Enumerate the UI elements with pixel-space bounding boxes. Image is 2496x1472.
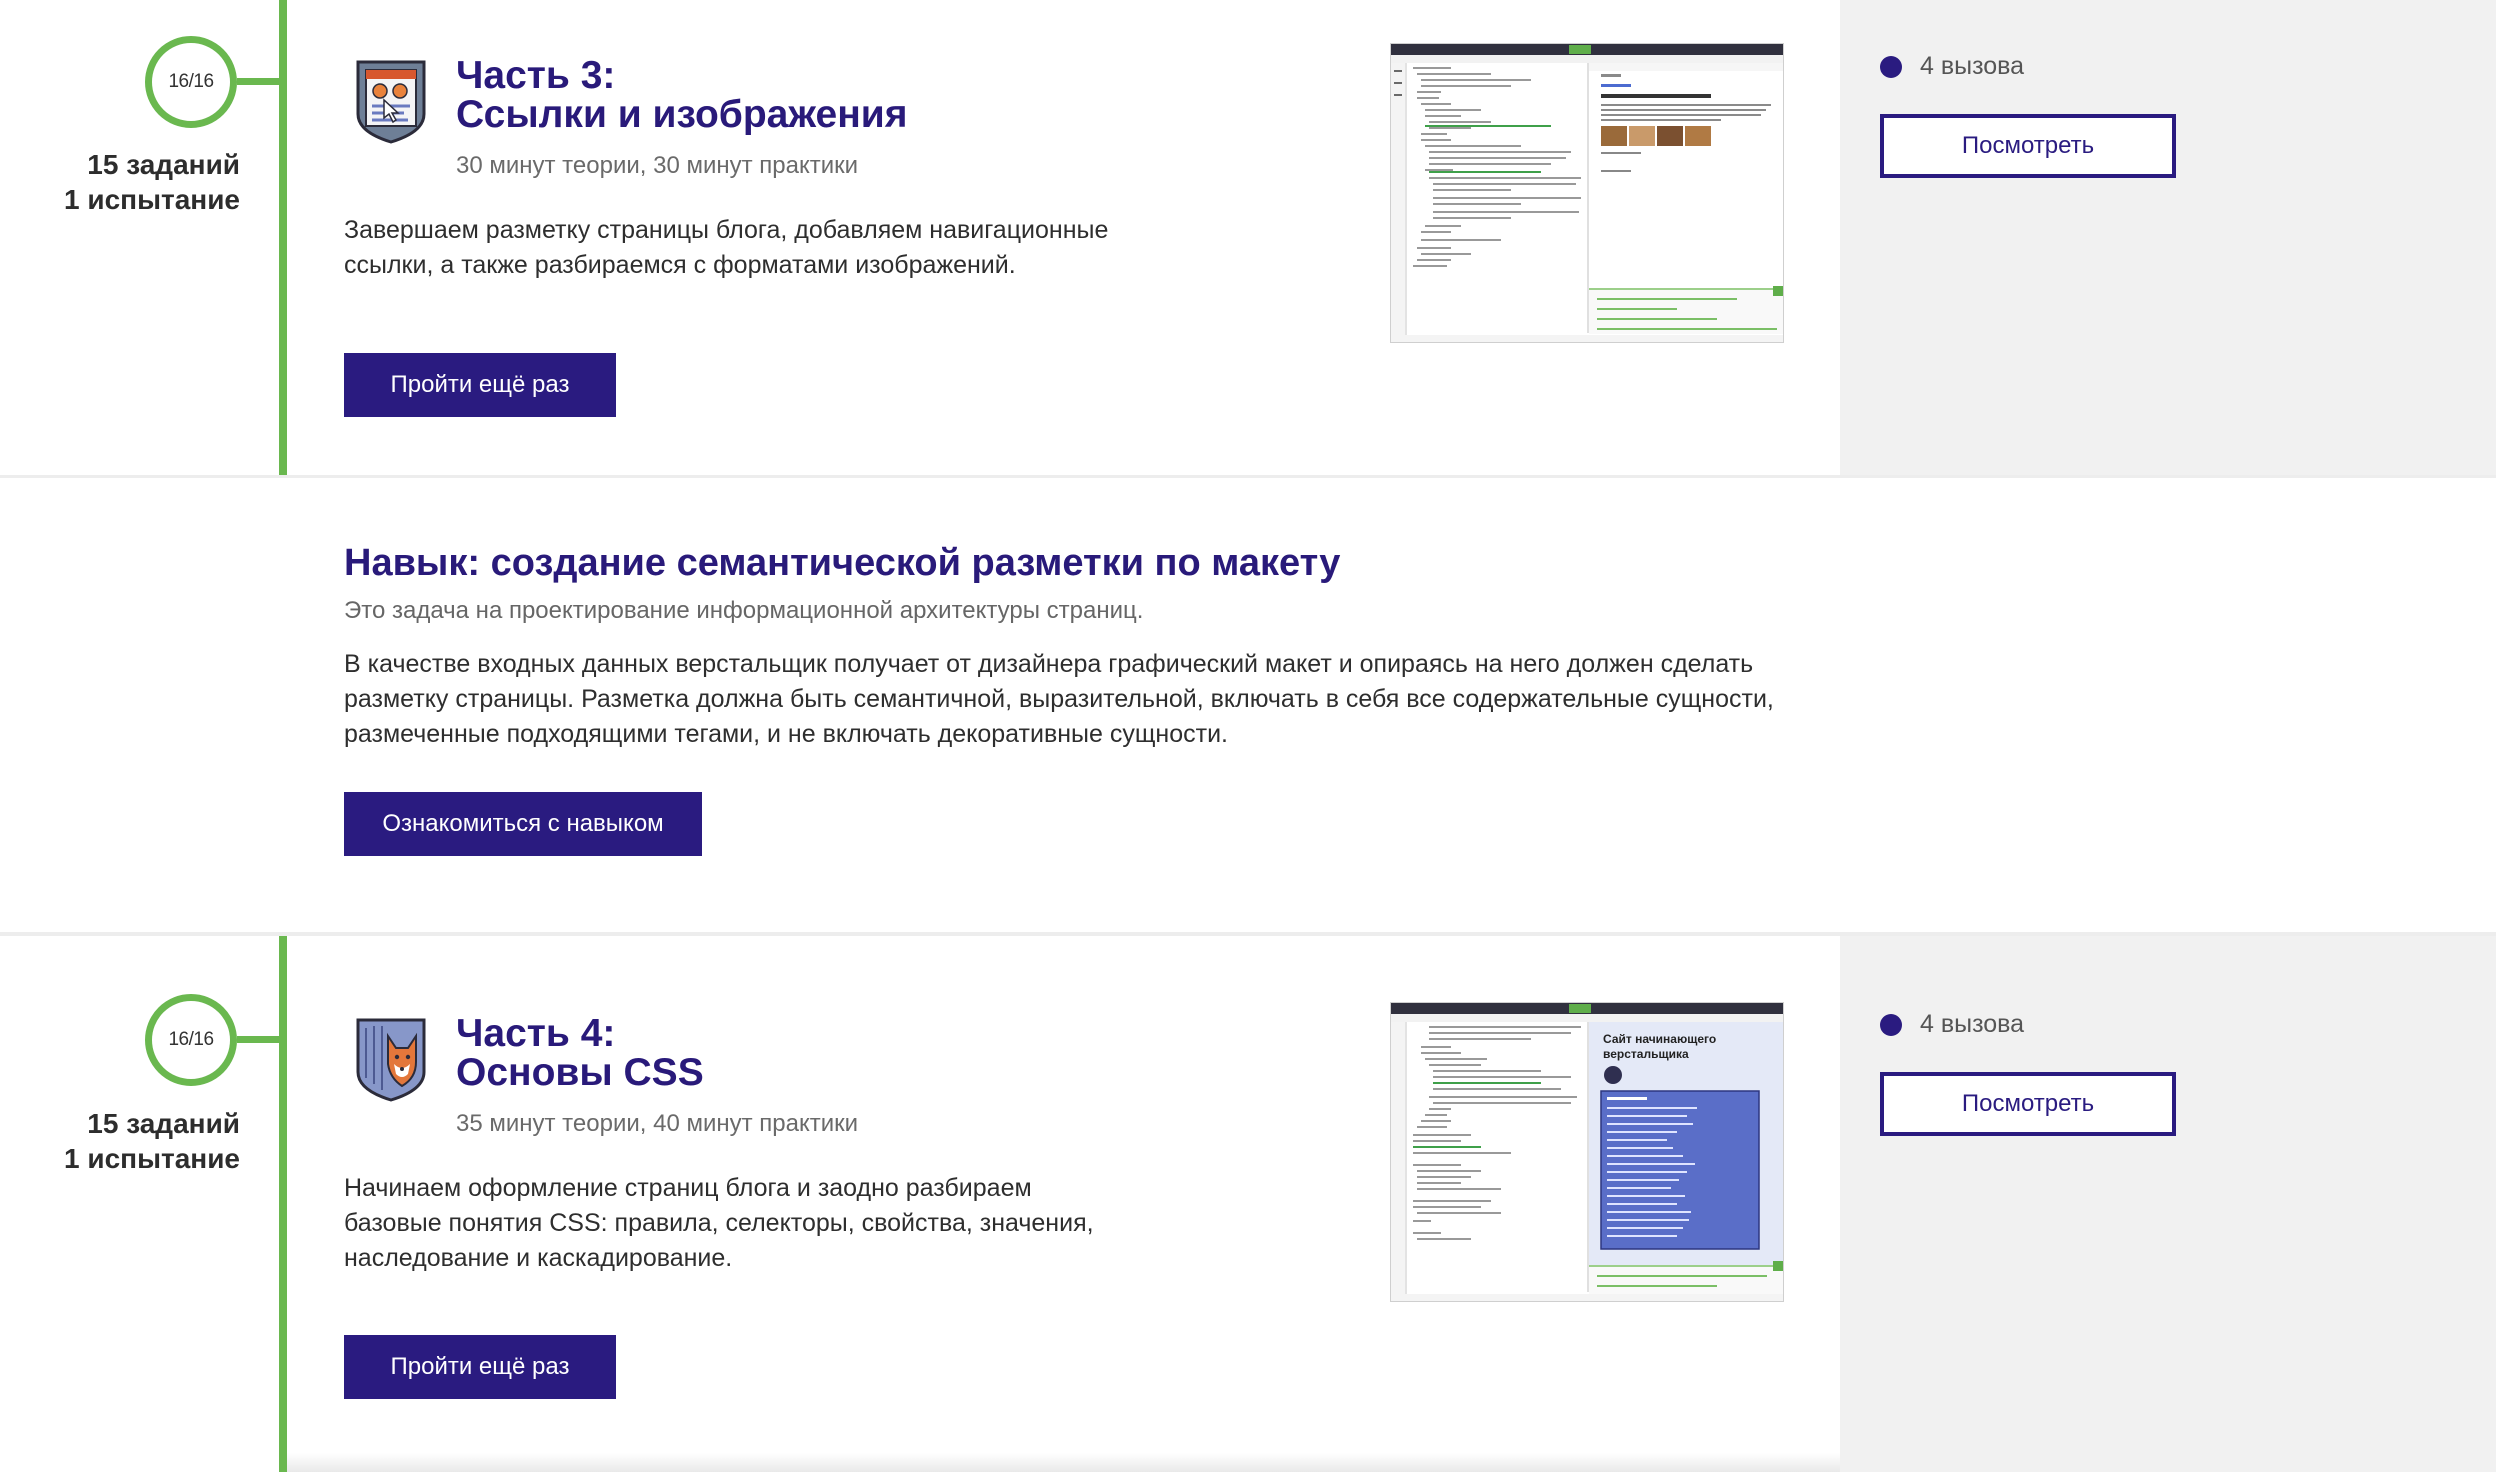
retry-button[interactable]: Пройти ещё раз — [344, 1335, 616, 1399]
part-title: Часть 4: Основы CSS — [456, 1014, 704, 1092]
description-line: размеченные подходящими тегами, и не вкл… — [344, 720, 1228, 748]
calls-count: 4 вызова — [1920, 52, 2025, 80]
description-line: разметку страницы. Разметка должна быть … — [344, 685, 1774, 713]
description-line: наследование и каскадирование. — [344, 1244, 733, 1272]
status-dot — [1880, 55, 1902, 78]
part-title: Часть 3: Ссылки и изображения — [456, 56, 908, 134]
calls-indicator: 4 вызова — [1880, 1010, 2024, 1039]
view-button[interactable]: Посмотреть — [1880, 1072, 2176, 1136]
progress-count: 16/16 — [168, 71, 214, 92]
progress-count: 16/16 — [168, 1029, 214, 1050]
part-number: Часть 4: — [456, 1012, 616, 1055]
skill-section: Навык: создание семантической разметки п… — [0, 477, 2496, 932]
progress-circle: 16/16 — [145, 994, 237, 1086]
skill-subtitle: Это задача на проектирование информацион… — [344, 597, 1144, 624]
progress-connector — [237, 1036, 281, 1043]
progress-line — [279, 936, 287, 1472]
description-line: Завершаем разметку страницы блога, добав… — [344, 216, 1109, 244]
part-stats: 15 заданий 1 испытание — [40, 1106, 240, 1176]
challenge-count: 1 испытание — [64, 1143, 240, 1174]
course-part-3: 16/16 15 заданий 1 испытание Часть 3: Сс… — [0, 0, 2496, 475]
view-button[interactable]: Посмотреть — [1880, 114, 2176, 178]
skill-title: Навык: создание семантической разметки п… — [344, 542, 1341, 584]
part-preview-image[interactable]: Сайт начинающего верстальщика — [1390, 1002, 1784, 1302]
description-line: В качестве входных данных верстальщик по… — [344, 650, 1754, 678]
preview-heading-line: Сайт начинающего — [1603, 1032, 1716, 1046]
description-line: Начинаем оформление страниц блога и заод… — [344, 1174, 1032, 1202]
part-description: Завершаем разметку страницы блога, добав… — [344, 213, 1108, 283]
calls-count: 4 вызова — [1920, 1010, 2025, 1038]
part-name: Ссылки и изображения — [456, 93, 908, 136]
challenge-count: 1 испытание — [64, 184, 240, 215]
skill-description: В качестве входных данных верстальщик по… — [344, 647, 1804, 752]
learn-skill-button[interactable]: Ознакомиться с навыком — [344, 792, 702, 856]
description-line: ссылки, а также разбираемся с форматами … — [344, 251, 1016, 279]
part-duration: 35 минут теории, 40 минут практики — [456, 1110, 859, 1137]
editor-preview-graphic — [1391, 44, 1783, 342]
part-duration: 30 минут теории, 30 минут практики — [456, 152, 859, 179]
editor-preview-graphic: Сайт начинающего верстальщика — [1391, 1003, 1783, 1301]
part-stats: 15 заданий 1 испытание — [40, 147, 240, 217]
progress-connector — [237, 78, 281, 85]
course-part-4: 16/16 15 заданий 1 испытание Часть 4: Ос… — [0, 936, 2496, 1472]
progress-line — [279, 0, 287, 475]
tasks-count: 15 заданий — [87, 1108, 240, 1139]
description-line: базовые понятия CSS: правила, селекторы,… — [344, 1209, 1094, 1237]
tasks-count: 15 заданий — [87, 149, 240, 180]
next-card-edge — [287, 1453, 1840, 1472]
part-name: Основы CSS — [456, 1051, 704, 1094]
page-badge-icon — [356, 60, 426, 144]
status-dot — [1880, 1013, 1902, 1036]
part-number: Часть 3: — [456, 54, 616, 97]
calls-indicator: 4 вызова — [1880, 52, 2024, 81]
retry-button[interactable]: Пройти ещё раз — [344, 353, 616, 417]
fox-badge-icon — [356, 1018, 426, 1102]
part-description: Начинаем оформление страниц блога и заод… — [344, 1171, 1094, 1276]
part-preview-image[interactable] — [1390, 43, 1784, 343]
progress-circle: 16/16 — [145, 36, 237, 128]
preview-heading-line: верстальщика — [1603, 1047, 1689, 1061]
